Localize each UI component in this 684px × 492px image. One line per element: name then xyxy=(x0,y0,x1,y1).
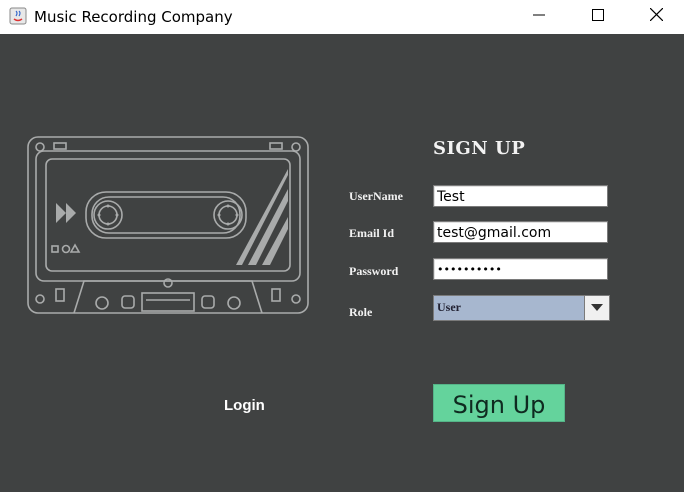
login-link[interactable]: Login xyxy=(224,397,265,414)
chevron-down-icon[interactable] xyxy=(584,296,609,320)
role-label: Role xyxy=(349,305,373,319)
role-select[interactable]: User xyxy=(433,295,610,321)
email-label: Email Id xyxy=(349,226,395,240)
role-selected-value: User xyxy=(437,300,461,314)
minimize-icon xyxy=(533,8,545,26)
signup-panel: SIGN UP UserName Test Email Id test@gmai… xyxy=(0,34,684,492)
signup-heading: SIGN UP xyxy=(433,138,526,159)
cassette-tape-image xyxy=(26,135,310,320)
window-title: Music Recording Company xyxy=(34,8,233,26)
maximize-button[interactable] xyxy=(569,0,627,34)
username-label: UserName xyxy=(349,189,403,203)
close-icon xyxy=(649,7,663,26)
password-input[interactable]: •••••••••• xyxy=(433,258,608,280)
email-input[interactable]: test@gmail.com xyxy=(433,221,608,243)
maximize-icon xyxy=(592,8,604,26)
close-button[interactable] xyxy=(627,0,684,34)
java-app-icon xyxy=(9,7,27,25)
password-label: Password xyxy=(349,264,399,278)
title-bar: Music Recording Company xyxy=(0,0,684,34)
signup-button[interactable]: Sign Up xyxy=(433,384,565,422)
username-input[interactable]: Test xyxy=(433,185,608,207)
minimize-button[interactable] xyxy=(510,0,568,34)
